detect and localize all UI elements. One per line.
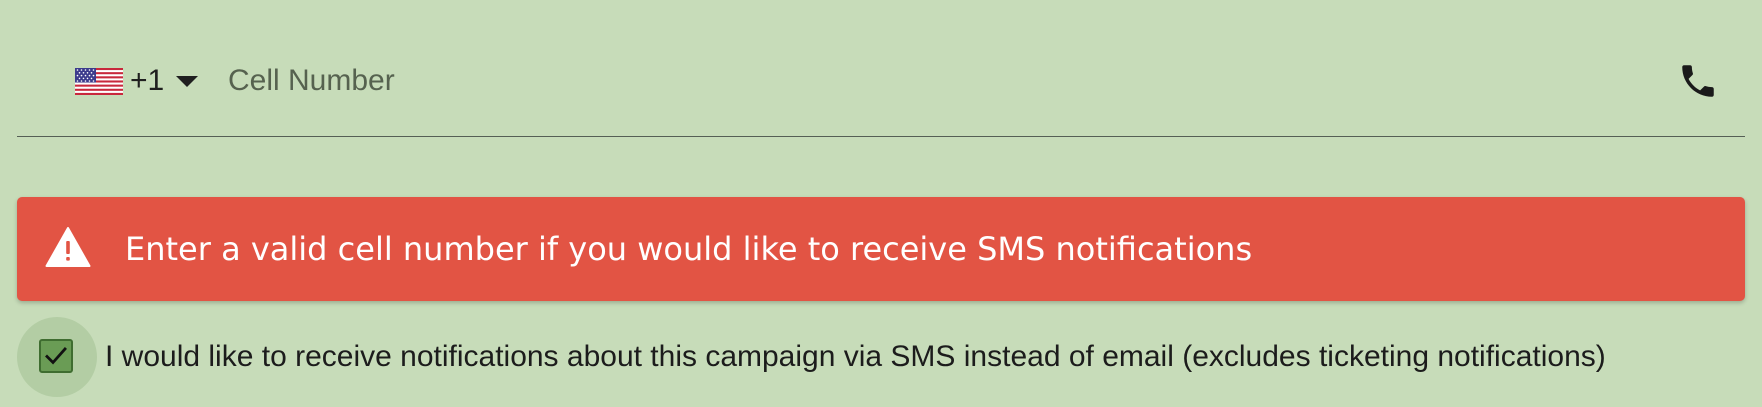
sms-opt-in-label[interactable]: I would like to receive notifications ab… (105, 337, 1606, 377)
country-code-dropdown[interactable]: +1 (75, 60, 199, 102)
country-dial-code: +1 (130, 64, 165, 97)
checkmark-icon (45, 347, 67, 365)
sms-opt-in-checkbox[interactable] (39, 339, 73, 373)
sms-validation-alert: Enter a valid cell number if you would l… (17, 197, 1745, 301)
cell-number-input[interactable] (228, 58, 1628, 104)
warning-triangle-icon (45, 227, 91, 267)
chevron-down-icon (176, 75, 199, 87)
phone-icon (1682, 65, 1714, 97)
phone-field-row: +1 (17, 0, 1745, 137)
us-flag-icon (75, 67, 123, 95)
alert-message: Enter a valid cell number if you would l… (125, 230, 1253, 268)
